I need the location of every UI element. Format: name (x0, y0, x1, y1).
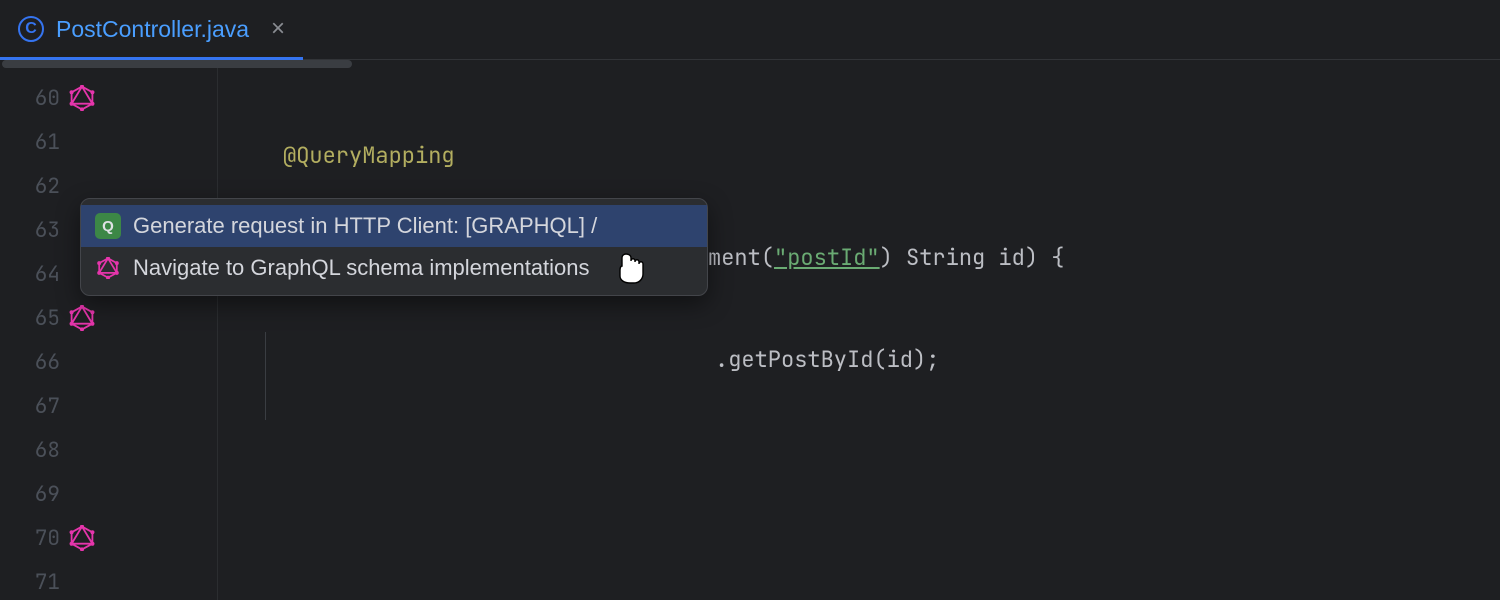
code-area[interactable]: @QueryMapping ment("postId") String id) … (218, 68, 1500, 600)
popup-item-navigate-graphql-schema[interactable]: Navigate to GraphQL schema implementatio… (81, 247, 707, 289)
tab-filename: PostController.java (56, 16, 249, 43)
code-line[interactable]: @QueryMapping (218, 134, 1500, 178)
tab-scroll-thumb[interactable] (2, 60, 352, 68)
code-line[interactable] (218, 440, 1500, 484)
code-line[interactable] (218, 542, 1500, 586)
gutter-action-popup: Q Generate request in HTTP Client: [GRAP… (80, 198, 708, 296)
java-class-icon: C (18, 16, 44, 42)
line-number: 61 (0, 129, 60, 156)
line-number: 67 (0, 393, 60, 420)
gutter: 60 61 62 63 64 65 66 67 68 69 70 71 (0, 68, 218, 600)
line-number: 70 (0, 525, 60, 552)
line-number: 60 (0, 85, 60, 112)
editor-tab[interactable]: C PostController.java × (0, 1, 303, 60)
line-number: 71 (0, 569, 60, 596)
http-generate-icon: Q (95, 213, 121, 239)
line-number: 68 (0, 437, 60, 464)
popup-item-label: Navigate to GraphQL schema implementatio… (133, 255, 590, 281)
line-number: 62 (0, 173, 60, 200)
line-number: 69 (0, 481, 60, 508)
tab-bar: C PostController.java × (0, 0, 1500, 60)
code-line[interactable]: .getPostById(id); (218, 338, 1500, 382)
graphql-icon[interactable] (68, 84, 96, 112)
indent-guide (265, 332, 266, 420)
line-number: 64 (0, 261, 60, 288)
line-number: 65 (0, 305, 60, 332)
graphql-icon (95, 255, 121, 281)
close-tab-icon[interactable]: × (271, 15, 285, 43)
graphql-icon[interactable] (68, 524, 96, 552)
editor-area: 60 61 62 63 64 65 66 67 68 69 70 71 @Que… (0, 68, 1500, 600)
popup-item-generate-http-request[interactable]: Q Generate request in HTTP Client: [GRAP… (81, 205, 707, 247)
popup-item-label: Generate request in HTTP Client: [GRAPHQ… (133, 213, 597, 239)
graphql-icon[interactable] (68, 304, 96, 332)
line-number: 63 (0, 217, 60, 244)
line-number: 66 (0, 349, 60, 376)
